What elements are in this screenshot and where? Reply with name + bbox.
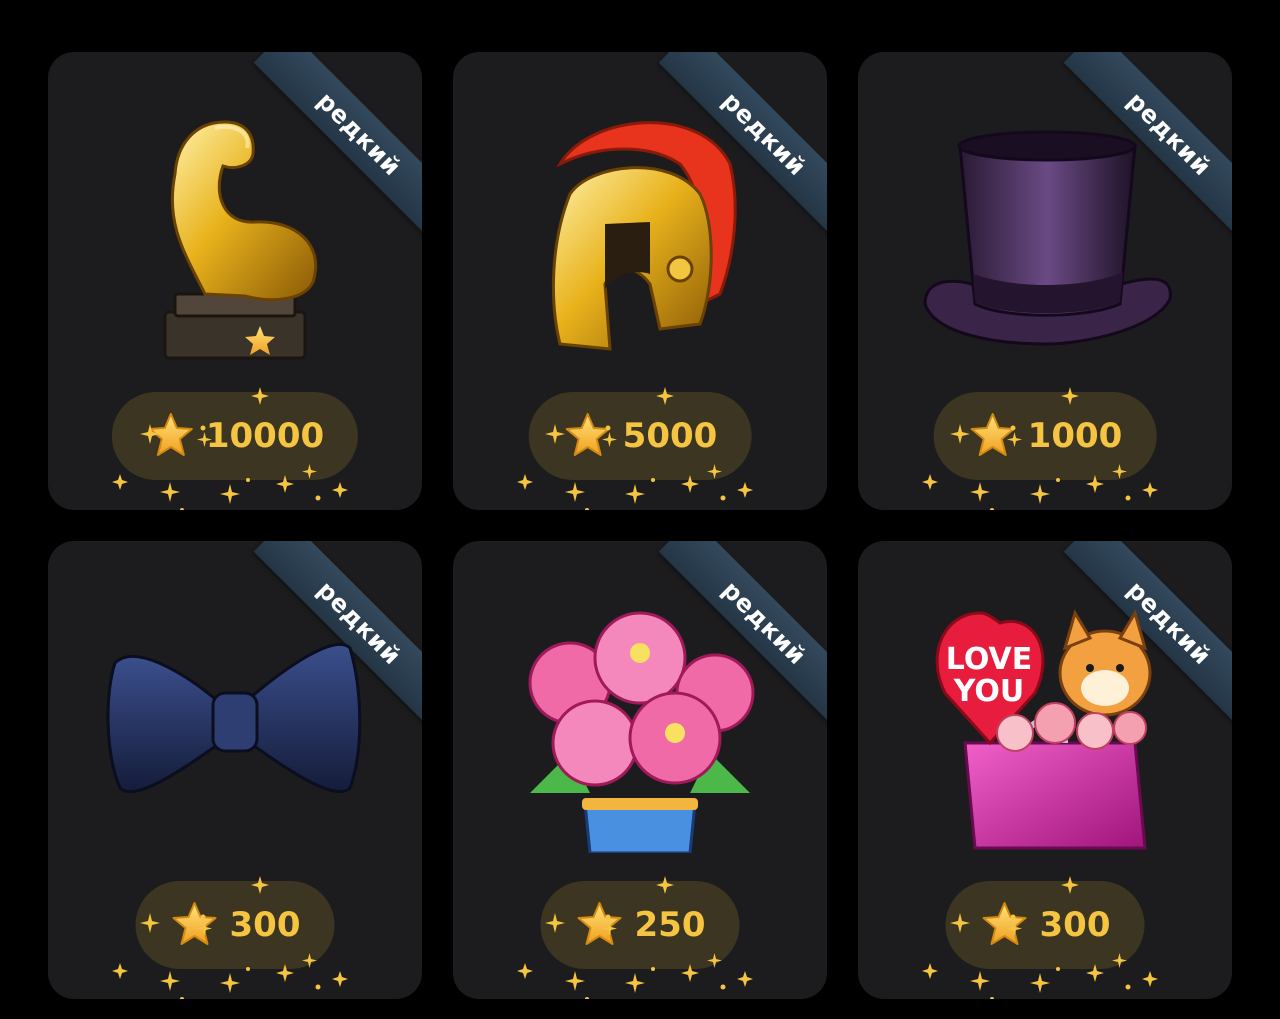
price-amount: 250 [634,905,706,945]
star-icon [170,900,220,950]
star-icon [575,900,625,950]
price-amount: 5000 [622,416,718,456]
star-icon [980,900,1030,950]
price-button[interactable]: 10000 [111,392,359,480]
price-button[interactable]: 300 [945,881,1145,969]
peony-bouquet-icon [528,611,755,853]
love-you-gift-bag-icon: LOVE YOU [935,609,1152,850]
star-icon [968,411,1018,461]
gift-card-top-hat[interactable]: редкий 1000 [858,52,1232,510]
bow-tie-icon [106,642,362,794]
spartan-helmet-icon [551,121,737,351]
top-hat-icon [923,130,1172,346]
gift-card-bow-tie[interactable]: редкий 300 [48,541,422,999]
price-amount: 10000 [205,416,325,456]
gift-card-biceps-trophy[interactable]: редкий 10000 [48,52,422,510]
price-amount: 300 [1039,905,1111,945]
gift-card-peony-bouquet[interactable]: редкий 250 [453,541,827,999]
biceps-trophy-icon [163,120,318,360]
price-button[interactable]: 5000 [528,392,752,480]
price-amount: 300 [229,905,301,945]
svg-text:YOU: YOU [953,674,1025,709]
star-icon [146,411,196,461]
price-button[interactable]: 250 [540,881,740,969]
price-button[interactable]: 300 [135,881,335,969]
gift-grid: редкий 10000 редкий 5000 редкий 1000 ред… [48,52,1232,999]
svg-text:LOVE: LOVE [946,642,1032,677]
gift-card-spartan-helmet[interactable]: редкий 5000 [453,52,827,510]
gift-card-love-you-gift-bag[interactable]: редкий LOVE YOU 300 [858,541,1232,999]
star-icon [563,411,613,461]
price-button[interactable]: 1000 [933,392,1157,480]
price-amount: 1000 [1027,416,1123,456]
